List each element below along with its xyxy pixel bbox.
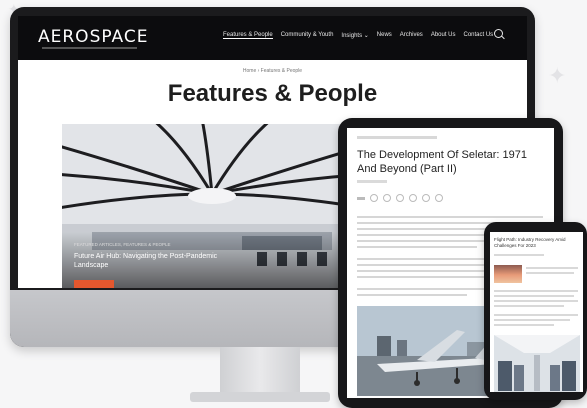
share-bar — [357, 194, 443, 202]
nav-item-contact[interactable]: Contact Us — [464, 32, 494, 39]
body-text-line — [526, 272, 574, 274]
nav-item-insights[interactable]: Insights ⌄ — [341, 32, 368, 39]
search-icon[interactable] — [494, 29, 503, 38]
body-text-line — [494, 319, 570, 321]
monitor-stand-base — [190, 392, 330, 402]
share-icon[interactable] — [409, 194, 417, 202]
phone-article-title: Flight Path: Industry Recovery Amid Chal… — [494, 237, 566, 248]
body-text-line — [494, 290, 578, 292]
body-text-line — [357, 294, 467, 296]
cabin-photo — [494, 335, 580, 392]
hero-article[interactable]: FEATURED ARTICLES, FEATURES & PEOPLE Fut… — [62, 124, 362, 288]
sparkle-icon: ✦ — [548, 64, 567, 89]
body-text-line — [357, 246, 477, 248]
share-icon[interactable] — [396, 194, 404, 202]
share-icon[interactable] — [422, 194, 430, 202]
hero-category[interactable]: FEATURED ARTICLES, FEATURES & PEOPLE — [74, 242, 171, 247]
share-icon[interactable] — [435, 194, 443, 202]
nav-item-community[interactable]: Community & Youth — [281, 32, 334, 39]
site-logo[interactable]: AEROSPACE — [38, 27, 148, 47]
share-label — [357, 196, 365, 200]
phone-screen: Flight Path: Industry Recovery Amid Chal… — [490, 232, 583, 392]
breadcrumb[interactable]: Home › Features & People — [18, 68, 527, 74]
logo-underline — [42, 47, 137, 49]
body-text-line — [526, 267, 578, 269]
body-text-line — [494, 305, 564, 307]
page-title: Features & People — [167, 80, 378, 107]
share-icon[interactable] — [370, 194, 378, 202]
body-text-line — [494, 314, 578, 316]
monitor-stand — [220, 347, 300, 395]
body-text-line — [494, 300, 578, 302]
nav-item-about[interactable]: About Us — [431, 32, 456, 39]
nav-item-news[interactable]: News — [377, 32, 392, 39]
article-date — [357, 180, 387, 183]
article-title: The Development Of Seletar: 1971 And Bey… — [357, 149, 527, 175]
body-text-line — [494, 324, 554, 326]
article-meta — [357, 136, 437, 139]
share-icon[interactable] — [383, 194, 391, 202]
read-more-button[interactable] — [74, 280, 114, 288]
aircraft-cabin-image — [494, 335, 580, 392]
nav-item-features[interactable]: Features & People — [223, 32, 273, 39]
nav-item-archives[interactable]: Archives — [400, 32, 423, 39]
body-text-line — [494, 254, 544, 256]
hero-headline[interactable]: Future Air Hub: Navigating the Post-Pand… — [74, 252, 234, 270]
body-text-line — [494, 295, 574, 297]
sunset-thumbnail — [494, 265, 522, 283]
main-nav: Features & People Community & Youth Insi… — [223, 32, 493, 39]
body-text-line — [357, 216, 543, 218]
site-header: AEROSPACE Features & People Community & … — [18, 16, 527, 60]
